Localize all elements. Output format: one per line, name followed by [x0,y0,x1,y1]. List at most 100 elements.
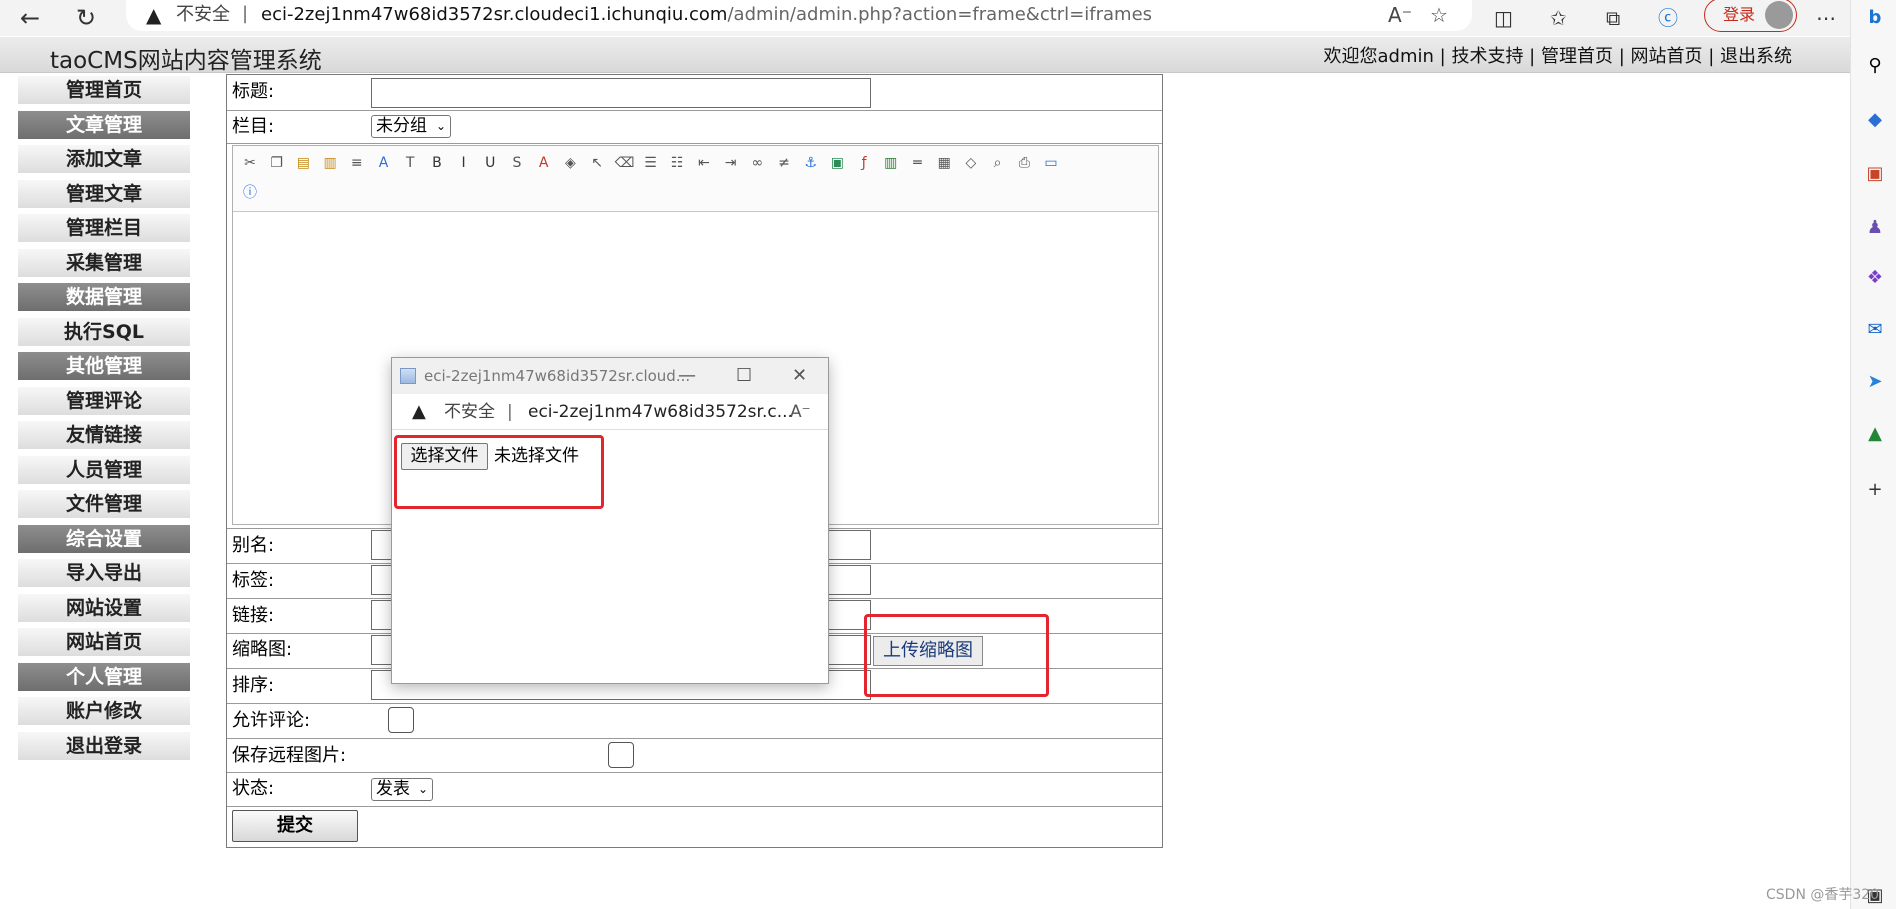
strike-icon[interactable]: S [508,154,526,172]
unlink-icon[interactable]: ≠ [775,154,793,172]
popup-title: eci-2zej1nm47w68id3572sr.cloud... [424,367,691,385]
font-icon[interactable]: A [375,154,393,172]
image-icon[interactable]: ▣ [828,154,846,172]
about-icon[interactable]: ⓘ [241,184,259,202]
favorites-icon[interactable]: ✩ [1550,4,1567,32]
sidebar-item[interactable]: 网站首页 [18,628,190,656]
office-icon[interactable]: ❖ [1863,266,1887,290]
title-input[interactable] [371,78,871,108]
link-icon[interactable]: ∞ [748,154,766,172]
nav-admin-home[interactable]: 管理首页 [1541,46,1613,67]
alias-label: 别名: [232,535,275,556]
sidebar-item[interactable]: 人员管理 [18,455,190,484]
sidebar-item[interactable]: 文件管理 [18,490,190,518]
sidebar-item[interactable]: 管理评论 [18,386,190,415]
paste-word-icon[interactable]: ▥ [321,154,339,172]
category-select[interactable]: 未分组 ⌄ [371,115,451,138]
login-button[interactable]: 登录 [1704,0,1797,32]
unordered-list-icon[interactable]: ☷ [668,154,686,172]
sidebar-item[interactable]: 执行SQL [18,317,190,346]
status-select[interactable]: 发表 ⌄ [371,778,433,801]
ordered-list-icon[interactable]: ☰ [642,154,660,172]
collections-icon[interactable]: ⧉ [1606,4,1620,32]
outdent-icon[interactable]: ⇤ [695,154,713,172]
address-bar[interactable]: ▲ 不安全 | eci-2zej1nm47w68id3572sr.cloudec… [126,0,1472,31]
refresh-icon[interactable]: ↻ [76,4,96,32]
fullscreen-icon[interactable]: ▭ [1042,154,1060,172]
read-aloud-icon[interactable]: A⁻ [790,394,811,430]
popup-titlebar: eci-2zej1nm47w68id3572sr.cloud... — ☐ ✕ [392,358,828,394]
indent-icon[interactable]: ⇥ [722,154,740,172]
flash-icon[interactable]: ƒ [855,154,873,172]
chevron-down-icon: ⌄ [417,782,428,796]
bing-icon[interactable]: b [1863,6,1887,30]
popup-address-bar[interactable]: ▲ 不安全 | eci-2zej1nm47w68id3572sr.c... A⁻ [392,394,828,430]
allow-comment-label: 允许评论: [232,710,311,731]
close-icon[interactable]: ✕ [792,358,807,394]
anchor-icon[interactable]: ⚓ [802,154,820,172]
bold-icon[interactable]: B [428,154,446,172]
italic-icon[interactable]: I [455,154,473,172]
sidebar-group-header: 综合设置 [18,524,190,553]
sidebar-group-header: 数据管理 [18,283,190,311]
upload-popup-window: eci-2zej1nm47w68id3572sr.cloud... — ☐ ✕ … [391,357,829,684]
media-icon[interactable]: ▥ [882,154,900,172]
table-icon[interactable]: ▦ [935,154,953,172]
eraser-icon[interactable]: ⌫ [615,154,635,172]
back-icon[interactable]: ← [20,4,40,32]
order-label: 排序: [232,675,275,696]
allow-comment-checkbox[interactable] [388,707,414,733]
hr-icon[interactable]: ═ [909,154,927,172]
outlook-icon[interactable]: ✉ [1863,318,1887,342]
text-color-icon[interactable]: A [535,154,553,172]
nav-logout[interactable]: 退出系统 [1720,46,1792,67]
more-icon[interactable]: ⋯ [1816,4,1836,32]
source-icon[interactable]: ◇ [962,154,980,172]
welcome-text: 欢迎您admin [1323,46,1434,67]
maximize-icon[interactable]: ☐ [736,358,752,394]
sidebar-item[interactable]: 退出登录 [18,731,190,760]
tags-label: 标签: [232,570,275,591]
popup-url: eci-2zej1nm47w68id3572sr.c... [528,402,793,422]
sidebar-item[interactable]: 管理文章 [18,179,190,208]
align-icon[interactable]: ≡ [348,154,366,172]
sidebar-item[interactable]: 管理栏目 [18,214,190,242]
page-favicon [400,368,416,384]
font-size-icon[interactable]: T [401,154,419,172]
split-screen-icon[interactable]: ◫ [1494,4,1513,32]
select-icon[interactable]: ↖ [588,154,606,172]
edge-icon[interactable]: ⓒ [1658,4,1678,32]
send-icon[interactable]: ➤ [1863,370,1887,394]
sidebar-item[interactable]: 管理首页 [18,76,190,104]
copy-icon[interactable]: ❐ [268,154,286,172]
save-remote-label: 保存远程图片: [232,745,347,766]
tree-icon[interactable]: ▲ [1863,422,1887,446]
sidebar-item[interactable]: 采集管理 [18,248,190,277]
sidebar-item[interactable]: 添加文章 [18,145,190,173]
tag-icon[interactable]: ◆ [1863,108,1887,132]
paste-icon[interactable]: ▤ [294,154,312,172]
bg-color-icon[interactable]: ◈ [561,154,579,172]
games-icon[interactable]: ♟ [1863,216,1887,240]
address-separator: | [242,3,249,24]
submit-button[interactable]: 提交 [232,810,358,842]
save-remote-checkbox[interactable] [608,742,634,768]
underline-icon[interactable]: U [481,154,499,172]
cut-icon[interactable]: ✂ [241,154,259,172]
nav-site-home[interactable]: 网站首页 [1630,46,1702,67]
nav-tech-support[interactable]: 技术支持 [1451,46,1523,67]
read-aloud-icon[interactable]: A⁻ [1388,0,1412,30]
sidebar-item[interactable]: 友情链接 [18,421,190,449]
sidebar-item[interactable]: 导入导出 [18,559,190,587]
sidebar-item[interactable]: 账户修改 [18,697,190,725]
toolbox-icon[interactable]: ▣ [1863,162,1887,186]
sidebar-group-header: 文章管理 [18,110,190,139]
sidebar-item[interactable]: 网站设置 [18,593,190,622]
search-icon[interactable]: ⚲ [1863,54,1887,78]
favorite-add-icon[interactable]: ☆ [1430,0,1448,30]
sidebar-group-header: 个人管理 [18,662,190,691]
minimize-icon[interactable]: — [678,358,696,394]
print-icon[interactable]: ⎙ [1015,154,1033,172]
add-icon[interactable]: + [1863,478,1887,502]
preview-icon[interactable]: ⌕ [989,154,1007,172]
